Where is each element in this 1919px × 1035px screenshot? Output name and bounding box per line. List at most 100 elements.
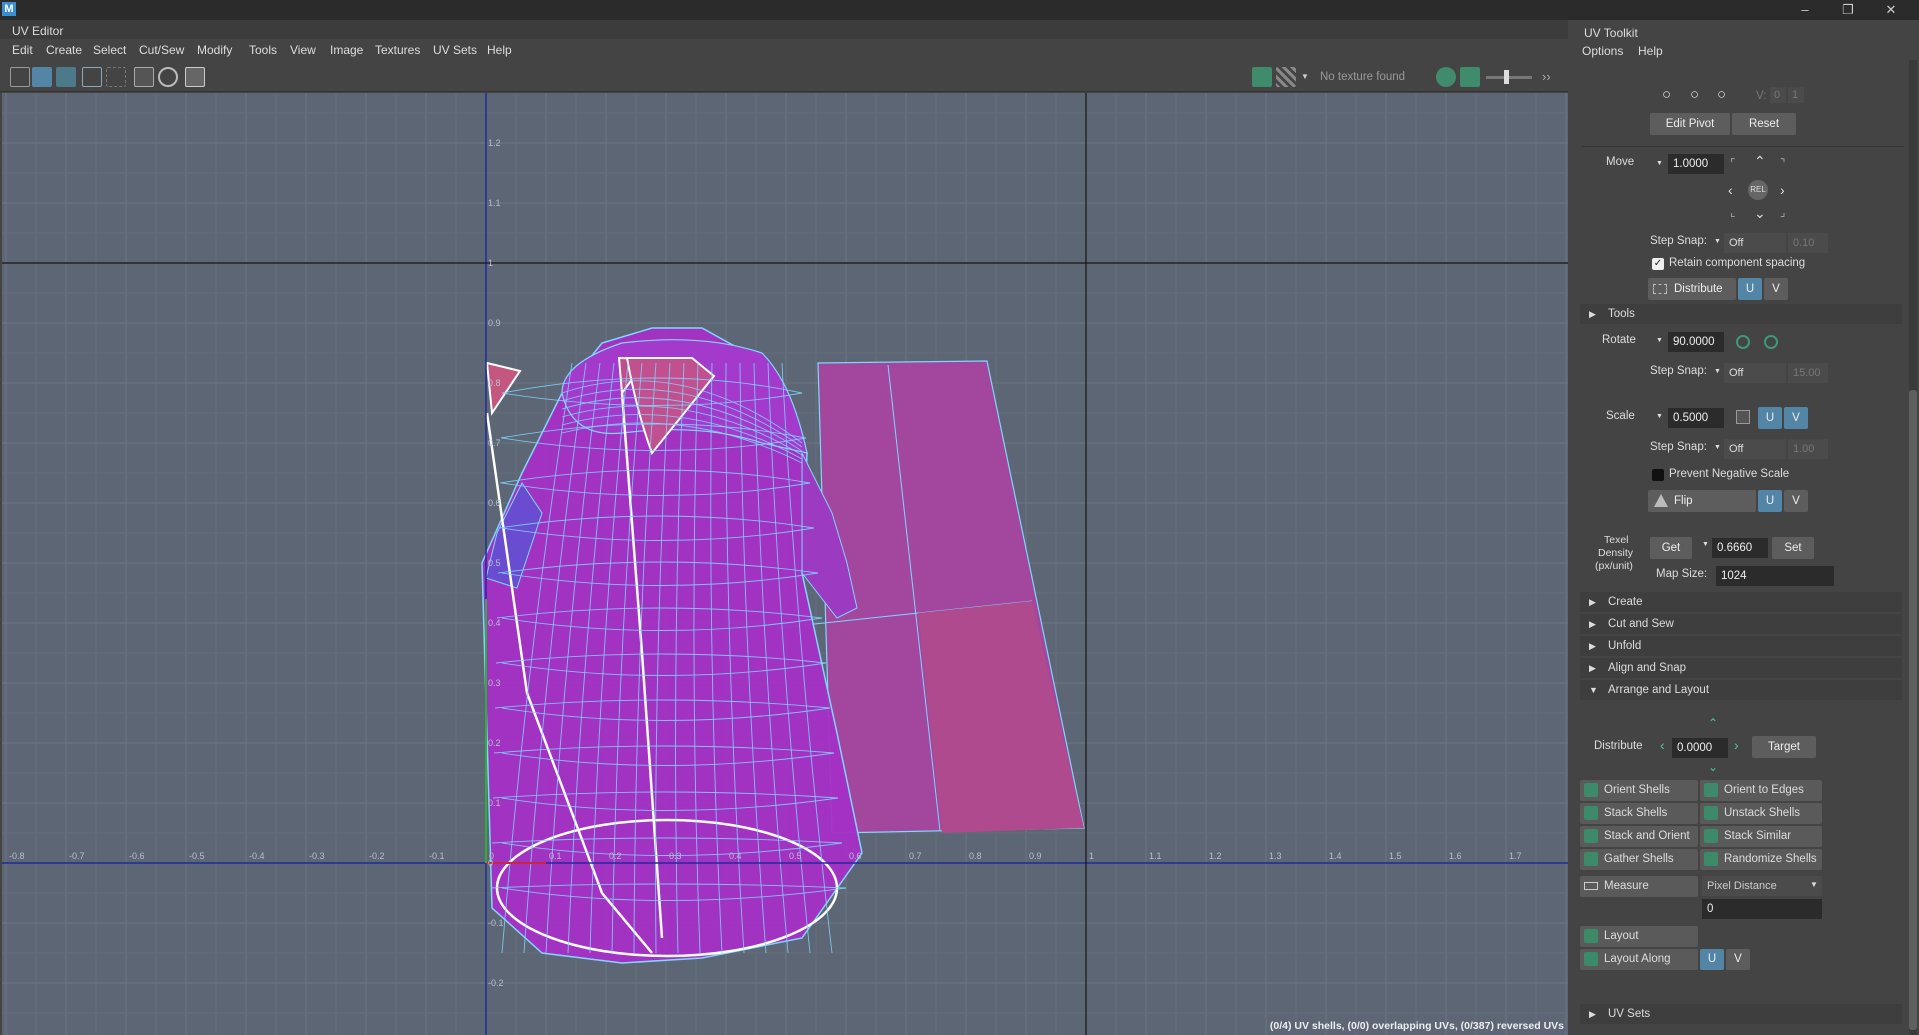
menu-select[interactable]: Select — [93, 43, 126, 57]
flip-u-button[interactable]: U — [1758, 490, 1782, 512]
edit-pivot-button[interactable]: Edit Pivot — [1650, 113, 1730, 135]
orient-to-edges-button[interactable]: Orient to Edges — [1700, 780, 1822, 801]
move-right-icon[interactable]: › — [1780, 182, 1785, 198]
checker-icon[interactable] — [82, 67, 102, 87]
exposure-icon[interactable] — [1436, 67, 1456, 87]
cut-and-sew-section-header[interactable]: ▶ Cut and Sew — [1580, 614, 1902, 634]
menu-create[interactable]: Create — [46, 43, 82, 57]
pivot-radio-2[interactable]: ○ — [1690, 86, 1699, 103]
align-and-snap-section-header[interactable]: ▶ Align and Snap — [1580, 658, 1902, 678]
scale-v-button[interactable]: V — [1784, 407, 1808, 429]
wireframe-icon[interactable] — [32, 67, 52, 87]
layout-along-v-button[interactable]: V — [1726, 949, 1750, 970]
menu-help[interactable]: Help — [487, 43, 512, 57]
snap-icon[interactable] — [158, 67, 178, 87]
menu-tools[interactable]: Tools — [249, 43, 277, 57]
gamma-icon[interactable] — [1460, 67, 1480, 87]
checker-map-icon[interactable] — [1276, 67, 1296, 87]
relative-toggle[interactable]: REL — [1748, 180, 1768, 200]
shaded-icon[interactable] — [56, 67, 76, 87]
chevron-down-icon[interactable]: ▼ — [1702, 541, 1709, 548]
rotate-cw-icon[interactable] — [1764, 335, 1778, 349]
layout-along-button[interactable]: Layout Along — [1580, 949, 1698, 970]
exposure-slider[interactable] — [1486, 76, 1532, 79]
stack-and-orient-button[interactable]: Stack and Orient — [1580, 826, 1698, 847]
arrange-and-layout-section-header[interactable]: ▼ Arrange and Layout — [1580, 680, 1902, 700]
texel-density-field[interactable]: 0.6660 — [1712, 538, 1768, 558]
retain-spacing-checkbox[interactable]: ✓ — [1652, 258, 1664, 270]
layout-along-u-button[interactable]: U — [1700, 949, 1724, 970]
menu-help-toolkit[interactable]: Help — [1638, 44, 1663, 58]
prevent-negative-scale-checkbox[interactable] — [1652, 469, 1664, 481]
orient-shells-button[interactable]: Orient Shells — [1580, 780, 1698, 801]
chevron-down-icon[interactable]: ▼ — [1714, 238, 1721, 245]
chevron-down-icon[interactable]: ▼ — [1656, 413, 1663, 420]
slider-handle[interactable] — [1504, 70, 1509, 84]
menu-options[interactable]: Options — [1582, 44, 1623, 58]
scale-value-field[interactable]: 0.5000 — [1668, 408, 1724, 428]
distribute-down-icon[interactable]: ⌄ — [1708, 760, 1718, 774]
stack-shells-button[interactable]: Stack Shells — [1580, 803, 1698, 824]
move-left-icon[interactable]: ‹ — [1728, 182, 1733, 198]
pivot-radio-3[interactable]: ○ — [1717, 86, 1726, 103]
distribute-left-icon[interactable]: ‹ — [1660, 737, 1665, 753]
move-value-field[interactable]: 1.0000 — [1668, 154, 1724, 174]
panel-scrollbar[interactable] — [1909, 60, 1917, 1035]
uv-shell-icon[interactable] — [10, 67, 30, 87]
close-icon[interactable]: ✕ — [1879, 1, 1903, 19]
rotate-step-snap-select[interactable]: Off — [1724, 363, 1786, 383]
screenshot-icon[interactable] — [185, 67, 205, 87]
scrollbar-thumb[interactable] — [1909, 390, 1917, 1030]
move-up-left-icon[interactable]: ⌜ — [1730, 156, 1735, 170]
move-up-icon[interactable]: ⌃ — [1754, 153, 1766, 170]
rotate-ccw-icon[interactable] — [1736, 335, 1750, 349]
move-step-snap-select[interactable]: Off — [1724, 233, 1786, 253]
gather-shells-button[interactable]: Gather Shells — [1580, 849, 1698, 870]
uv-grid-canvas[interactable]: -0.8 -0.7 -0.6 -0.5 -0.4 -0.3 -0.2 -0.1 0 0.1 0.2 0… — [2, 93, 1568, 1035]
layout-button[interactable]: Layout — [1580, 926, 1698, 947]
tools-section-header[interactable]: ▶ Tools — [1580, 304, 1902, 324]
move-up-right-icon[interactable]: ⌝ — [1780, 156, 1785, 170]
menu-cut-sew[interactable]: Cut/Sew — [139, 43, 184, 57]
menu-textures[interactable]: Textures — [375, 43, 420, 57]
expand-toolbar-icon[interactable]: ›› — [1542, 69, 1551, 84]
target-button[interactable]: Target — [1752, 736, 1816, 758]
uv-sets-section-header[interactable]: ▶ UV Sets — [1580, 1004, 1902, 1024]
minimize-icon[interactable]: – — [1793, 1, 1817, 19]
menu-image[interactable]: Image — [330, 43, 363, 57]
reset-button[interactable]: Reset — [1732, 113, 1796, 135]
uv-viewport[interactable]: -0.8 -0.7 -0.6 -0.5 -0.4 -0.3 -0.2 -0.1 0 0.1 0.2 0… — [2, 93, 1568, 1035]
chevron-down-icon[interactable]: ▼ — [1301, 72, 1309, 81]
grid-icon[interactable] — [134, 67, 154, 87]
menu-view[interactable]: View — [290, 43, 316, 57]
stack-similar-button[interactable]: Stack Similar — [1700, 826, 1822, 847]
chevron-down-icon[interactable]: ▼ — [1656, 337, 1663, 344]
scale-step-snap-select[interactable]: Off — [1724, 439, 1786, 459]
chevron-down-icon[interactable]: ▼ — [1810, 880, 1818, 889]
map-size-field[interactable]: 1024 — [1716, 566, 1834, 586]
distribute-u-button[interactable]: U — [1738, 278, 1762, 300]
distribute-right-icon[interactable]: › — [1734, 737, 1739, 753]
texel-get-button[interactable]: Get — [1650, 537, 1692, 559]
restore-icon[interactable]: ❐ — [1836, 1, 1860, 19]
pivot-radio-1[interactable]: ○ — [1662, 86, 1671, 103]
scale-lock-icon[interactable] — [1736, 410, 1750, 424]
move-down-right-icon[interactable]: ⌟ — [1780, 205, 1785, 219]
chevron-down-icon[interactable]: ▼ — [1714, 368, 1721, 375]
distribute-value-field[interactable]: 0.0000 — [1672, 738, 1728, 758]
chevron-down-icon[interactable]: ▼ — [1714, 444, 1721, 451]
texel-set-button[interactable]: Set — [1772, 537, 1814, 559]
menu-uv-sets[interactable]: UV Sets — [433, 43, 477, 57]
chevron-down-icon[interactable]: ▼ — [1656, 160, 1663, 167]
rotate-value-field[interactable]: 90.0000 — [1668, 332, 1724, 352]
unstack-shells-button[interactable]: Unstack Shells — [1700, 803, 1822, 824]
distortion-icon[interactable] — [106, 67, 126, 87]
create-section-header[interactable]: ▶ Create — [1580, 592, 1902, 612]
measure-mode-select[interactable]: Pixel Distance — [1702, 876, 1822, 896]
distribute-up-icon[interactable]: ⌃ — [1708, 716, 1718, 730]
menu-modify[interactable]: Modify — [197, 43, 232, 57]
menu-edit[interactable]: Edit — [12, 43, 33, 57]
move-down-left-icon[interactable]: ⌞ — [1730, 205, 1735, 219]
unfold-section-header[interactable]: ▶ Unfold — [1580, 636, 1902, 656]
scale-u-button[interactable]: U — [1758, 407, 1782, 429]
